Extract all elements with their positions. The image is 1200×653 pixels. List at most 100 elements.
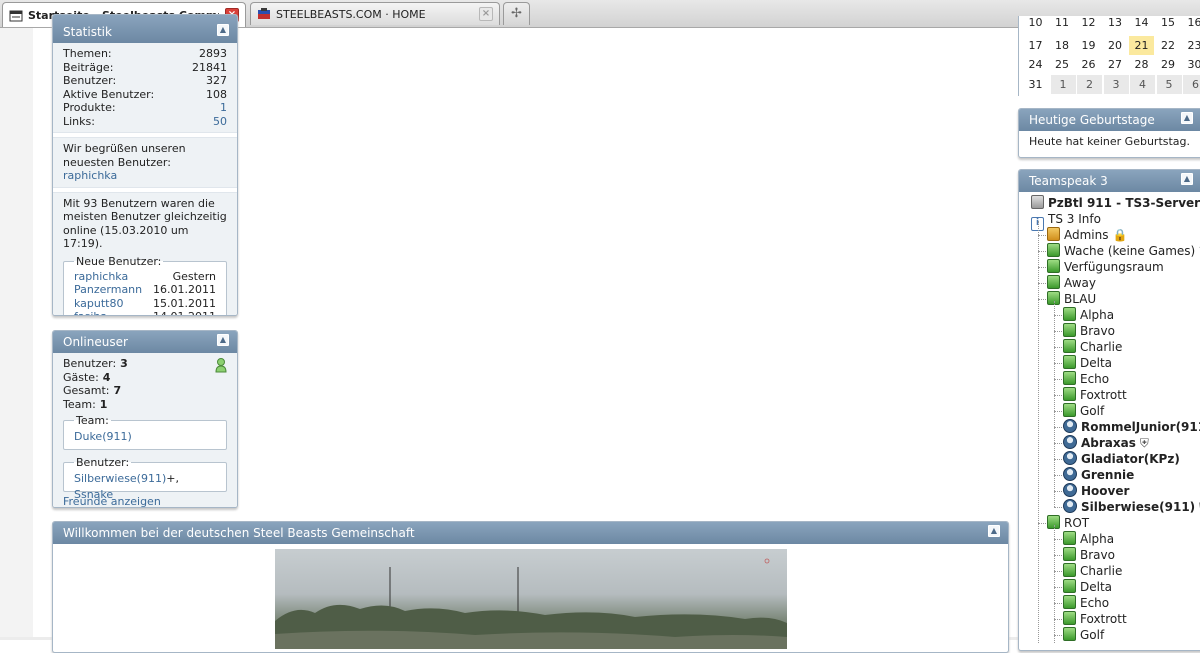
ts-subchannel[interactable]: Delta [1063,579,1112,595]
new-tab-button[interactable]: ✢ [503,2,530,25]
ts-server[interactable]: PzBtl 911 - TS3-Server [1031,195,1200,211]
calendar-day[interactable]: 19 [1076,36,1101,55]
ts-channel[interactable]: Verfügungsraum [1047,259,1164,275]
team-user-link[interactable]: Duke(911) [74,430,132,443]
tree-connector [1054,363,1062,364]
stat-value[interactable]: 50 [213,115,227,129]
ts-user[interactable]: Abraxas ⛨ [1063,435,1149,451]
calendar-day[interactable]: 27 [1103,55,1128,74]
birthdays-text: Heute hat keiner Geburtstag. [1029,135,1191,148]
channel-icon [1063,563,1076,577]
ts-user[interactable]: Gladiator(KPz) [1063,451,1180,467]
stat-value[interactable]: 1 [220,101,227,115]
calendar-day[interactable]: 30 [1182,55,1200,74]
ts-label: Delta [1080,580,1113,594]
tree-connector [1054,395,1062,396]
ts-subchannel[interactable]: Bravo [1063,323,1115,339]
new-user-link[interactable]: Panzermann [74,283,142,297]
ts-channel[interactable]: Away [1047,275,1096,291]
ts-subchannel[interactable]: Bravo [1063,547,1115,563]
newest-user-link[interactable]: raphichka [63,169,117,182]
ts-subchannel[interactable]: Foxtrott [1063,611,1127,627]
user-suffix: +, [166,472,179,485]
friends-link[interactable]: Freunde anzeigen [63,495,161,507]
calendar-day[interactable]: 13 [1103,13,1128,32]
lock-icon: 🔒 [1112,228,1128,242]
collapse-icon[interactable]: ▲ [1181,112,1193,124]
ts-label: Hoover [1081,484,1130,498]
calendar-day[interactable]: 3 [1102,75,1129,94]
channel-icon [1063,355,1076,369]
calendar-day[interactable]: 15 [1156,13,1181,32]
birthdays-panel: Heutige Geburtstage ▲ Heute hat keiner G… [1018,108,1200,158]
calendar-day[interactable]: 10 [1023,13,1048,32]
calendar-day[interactable]: 24 [1023,55,1048,74]
tree-connector [1054,619,1062,620]
calendar-day[interactable]: 1 [1049,75,1076,94]
new-user-date: 15.01.2011 [153,296,216,310]
ts-user[interactable]: Silberwiese(911)⛨ [1063,499,1200,515]
calendar-day[interactable]: 17 [1023,36,1048,55]
newest-user-text: Wir begrüßen unseren neuesten Benutzer: … [63,142,186,182]
ts-channel[interactable]: Admins 🔒 [1047,227,1127,243]
welcome-title: Willkommen bei der deutschen Steel Beast… [63,526,415,540]
collapse-icon[interactable]: ▲ [217,24,229,36]
calendar-day[interactable]: 12 [1076,13,1101,32]
online-user-link[interactable]: Silberwiese(911) [74,472,166,485]
new-user-link[interactable]: kaputt80 [74,297,124,311]
tab-label: STEELBEASTS.COM · HOME [276,7,426,21]
collapse-icon[interactable]: ▲ [217,334,229,346]
calendar-day[interactable]: 31 [1023,75,1048,94]
ts-subchannel[interactable]: Charlie [1063,339,1122,355]
calendar-day[interactable]: 11 [1050,13,1075,32]
user-avatar-icon [1063,451,1077,465]
collapse-icon[interactable]: ▲ [1181,173,1193,185]
ts-info[interactable]: i TS 3 Info [1031,211,1101,231]
ts-channel[interactable]: Wache (keine Games)⌒ [1047,243,1200,259]
calendar-day[interactable]: 22 [1156,36,1181,55]
ts-subchannel[interactable]: Delta [1063,355,1112,371]
ts-subchannel[interactable]: Echo [1063,371,1109,387]
calendar-day[interactable]: 16 [1182,13,1200,32]
calendar-day[interactable]: 4 [1129,75,1155,94]
stat-row: Links: 50 [63,115,227,129]
calendar-day[interactable]: 18 [1050,36,1075,55]
new-user-link[interactable]: raphichka [74,270,128,284]
ts-subchannel[interactable]: Golf [1063,403,1104,419]
channel-icon [1063,547,1076,561]
calendar-day[interactable]: 20 [1103,36,1128,55]
ts-subchannel[interactable]: Alpha [1063,531,1114,547]
calendar-day[interactable]: 28 [1129,55,1154,74]
ts-label: Verfügungsraum [1064,260,1164,274]
ts-subchannel[interactable]: Alpha [1063,307,1114,323]
ts-subchannel[interactable]: Echo [1063,595,1109,611]
close-tab-icon[interactable]: × [479,7,493,21]
tab-steelbeasts-home[interactable]: STEELBEASTS.COM · HOME × [250,2,500,25]
calendar-day[interactable]: 26 [1076,55,1101,74]
calendar-day[interactable]: 2 [1076,75,1102,94]
tree-connector [1054,443,1062,444]
stat-label: Links: [63,114,95,128]
calendar-day[interactable]: 23 [1182,36,1200,55]
ts-user[interactable]: Grennie [1063,467,1134,483]
calendar-day[interactable]: 5 [1155,75,1182,94]
new-users-box: Neue Benutzer: raphichka Gestern Panzerman… [63,254,227,315]
calendar-day[interactable]: 6 [1182,75,1200,94]
ts-subchannel[interactable]: Foxtrott [1063,387,1127,403]
ts-label: Alpha [1080,532,1115,546]
ts-user[interactable]: RommelJunior(911) [1063,419,1200,435]
ts-subchannel[interactable]: Golf [1063,627,1104,643]
ts-subchannel[interactable]: Charlie [1063,563,1122,579]
calendar-day[interactable]: 21 [1129,36,1154,55]
collapse-icon[interactable]: ▲ [988,525,1000,537]
new-user-row: raphichka Gestern [74,270,216,284]
channel-icon [1063,611,1076,625]
ts-user[interactable]: Hoover [1063,483,1129,499]
calendar-day[interactable]: 29 [1156,55,1181,74]
user-avatar-icon [1063,435,1077,449]
online-stat-row: Gäste: 4 [63,371,227,385]
calendar-week: 31 1 2 3 4 5 6 [1019,75,1200,94]
calendar-day[interactable]: 14 [1129,13,1154,32]
calendar-day[interactable]: 25 [1050,55,1075,74]
new-user-link[interactable]: fasiha [74,310,107,315]
